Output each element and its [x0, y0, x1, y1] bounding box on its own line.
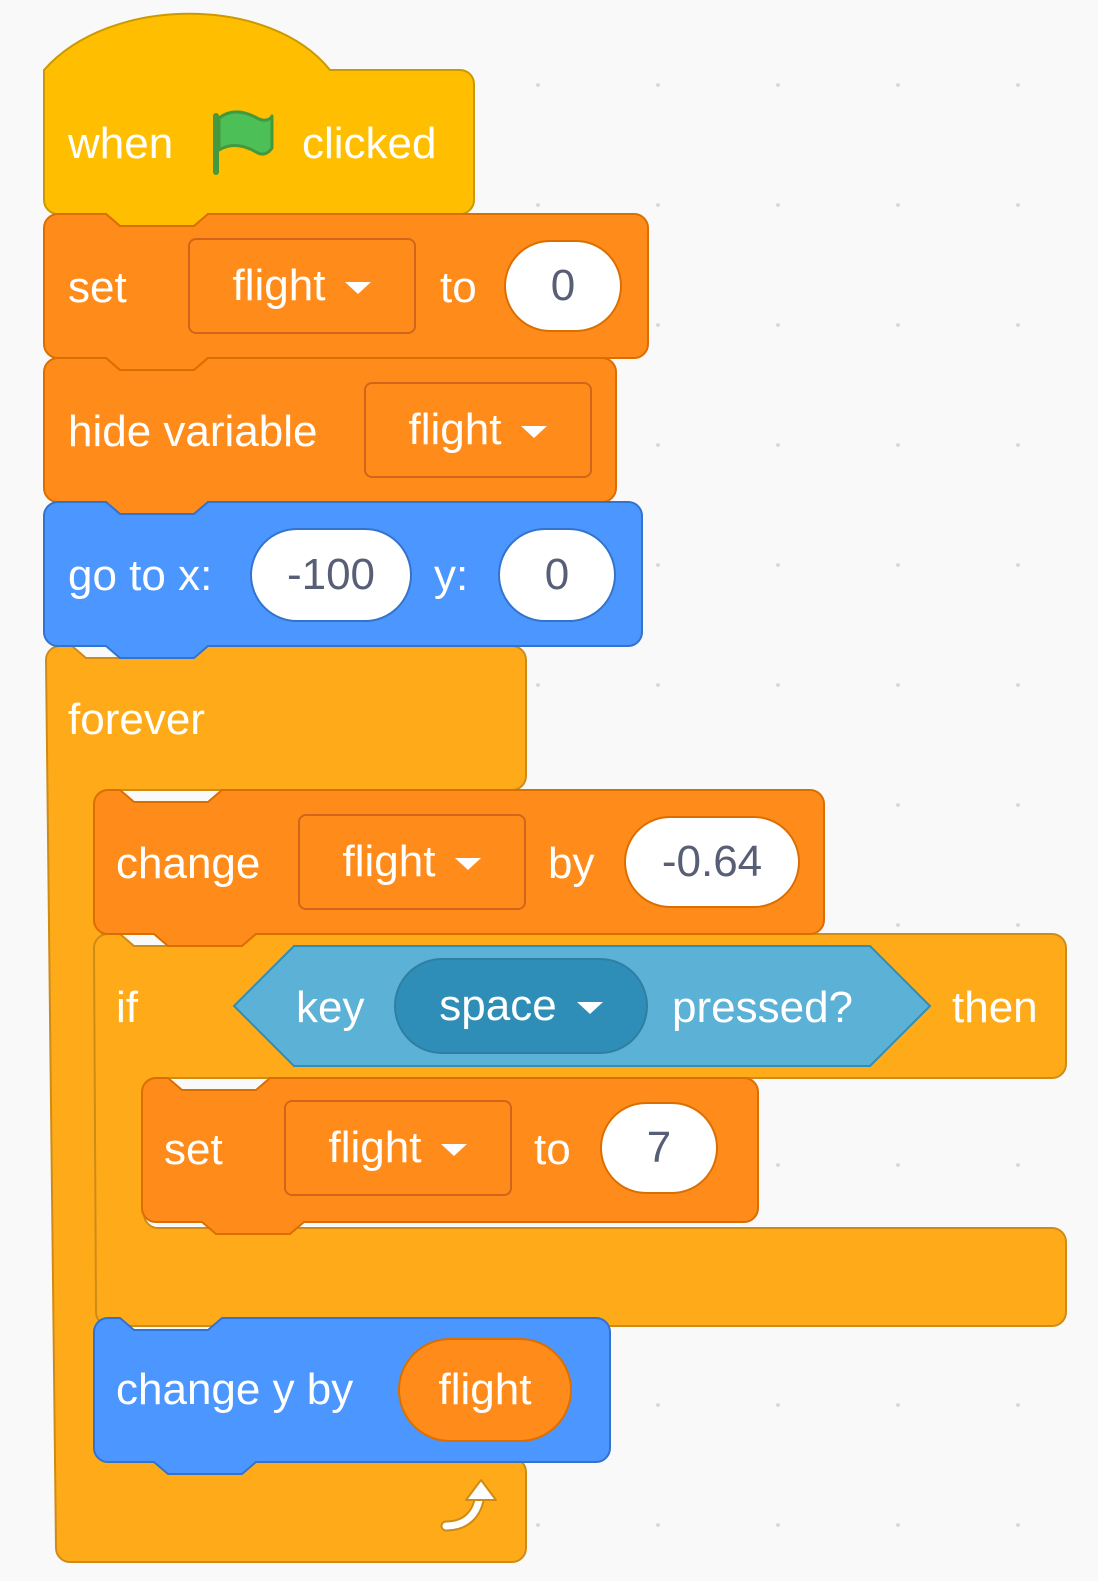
when-label: when — [68, 119, 174, 168]
x-input[interactable]: -100 — [250, 528, 412, 622]
hide-variable-label: hide variable — [68, 407, 318, 456]
key-label: key — [296, 983, 365, 1032]
variable-dropdown[interactable]: flight — [284, 1100, 512, 1196]
dropdown-caret-icon — [455, 858, 482, 870]
if-label: if — [116, 983, 138, 1032]
to-label: to — [534, 1125, 571, 1174]
dropdown-caret-icon — [521, 426, 548, 438]
value-input[interactable]: 0 — [504, 240, 622, 332]
value-input[interactable]: 7 — [600, 1102, 718, 1194]
dropdown-caret-icon — [576, 1002, 603, 1014]
dropdown-caret-icon — [441, 1144, 468, 1156]
variable-name: flight — [342, 837, 436, 886]
flight-variable-reporter[interactable]: flight — [398, 1338, 572, 1442]
variable-name: flight — [328, 1123, 422, 1172]
variable-dropdown[interactable]: flight — [188, 238, 416, 334]
y-input[interactable]: 0 — [498, 528, 616, 622]
pressed-label: pressed? — [672, 983, 854, 1032]
clicked-label: clicked — [302, 119, 437, 168]
key-dropdown[interactable]: space — [394, 958, 648, 1054]
change-y-label: change y by — [116, 1365, 354, 1414]
variable-name: flight — [408, 405, 502, 454]
go-to-x-label: go to x: — [68, 551, 213, 600]
y-label: y: — [434, 551, 469, 600]
then-label: then — [952, 983, 1038, 1032]
by-label: by — [548, 839, 595, 888]
forever-label: forever — [68, 695, 205, 744]
variable-dropdown[interactable]: flight — [298, 814, 526, 910]
set-label: set — [68, 263, 127, 312]
key-name: space — [439, 981, 557, 1030]
set-label: set — [164, 1125, 223, 1174]
scripts-workspace[interactable]: when clicked set flight to 0 hide variab… — [0, 0, 1098, 1581]
to-label: to — [440, 263, 477, 312]
variable-dropdown[interactable]: flight — [364, 382, 592, 478]
variable-name: flight — [232, 261, 326, 310]
script-stack — [43, 12, 1067, 1563]
dropdown-caret-icon — [345, 282, 372, 294]
change-label: change — [116, 839, 261, 888]
value-input[interactable]: -0.64 — [624, 816, 800, 908]
